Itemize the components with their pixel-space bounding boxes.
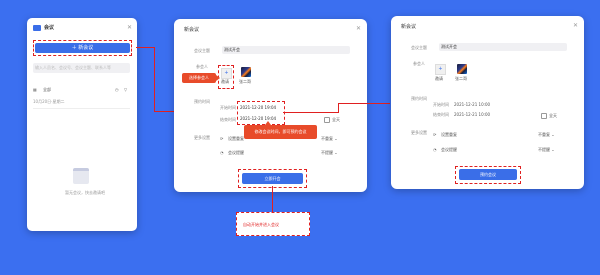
chevron-down-icon: ⌄ [333,136,338,141]
more-settings-label: 更多设置 [194,135,210,140]
start-time-value[interactable]: 2021-12-20 19:04 [240,105,276,110]
start-time-label: 开始时间 [433,102,449,107]
empty-state-text: 暂无会议，快去邀请吧 [65,190,105,195]
filter-tab-all[interactable]: 全部 [43,87,51,92]
connector-line [338,103,390,104]
add-participant-label: 邀请 [435,76,443,81]
modify-time-callout: 修改会议时间，即可预约会议 [244,125,317,139]
allday-checkbox[interactable] [324,117,330,123]
repeat-label: 设置重复 [228,136,244,141]
topic-label: 会议主题 [194,48,210,53]
repeat-label: 设置重复 [441,132,457,137]
participants-label: 参会人 [413,61,425,66]
remind-label: 会议提醒 [228,150,244,155]
new-meeting-button[interactable]: ＋ 新会议 [35,43,130,53]
auto-start-callout-text: 自动开始并进入会议 [243,222,279,227]
repeat-icon: ⟳ [433,132,437,137]
start-time-label: 开始时间 [220,105,236,110]
participants-label: 参会人 [196,64,208,69]
chevron-down-icon: ⌄ [550,147,555,152]
chevron-down-icon: ⌄ [333,150,338,155]
close-icon[interactable]: ✕ [356,26,361,32]
bell-icon: ◔ [433,147,437,152]
participant-name: 张二哥 [239,79,251,84]
topic-input[interactable]: 测试开会 [222,46,350,54]
connector-line [272,186,273,212]
filter-icon[interactable]: ▽ [124,87,127,92]
remind-select[interactable]: 不提醒 ⌄ [321,150,338,155]
remind-select[interactable]: 不提醒 ⌄ [538,147,555,152]
time-label: 预约时间 [411,96,427,101]
new-meeting-dialog-2: 新会议 ✕ 会议主题 测试开会 参会人 + 邀请 张二哥 预约时间 开始时间 2… [391,16,584,189]
repeat-select[interactable]: 不重复 ⌄ [538,132,555,137]
add-participant-button[interactable]: + [221,68,232,79]
calendar-icon[interactable]: ▦ [33,87,37,92]
dialog-title: 新会议 [401,24,417,30]
more-settings-label: 更多设置 [411,130,427,135]
time-label: 预约时间 [194,99,210,104]
search-input[interactable]: 输入人员名、会议号、会议主题、联系人等 [33,63,130,73]
bell-icon: ◔ [220,150,224,155]
select-participants-callout: 选择参会人 [182,73,216,83]
search-placeholder: 输入人员名、会议号、会议主题、联系人等 [35,65,111,70]
date-label: 10月20日·星期二 [33,99,65,104]
add-participant-highlight: + 邀请 [218,65,234,89]
topic-input[interactable]: 测试开会 [439,43,567,51]
close-icon[interactable]: ✕ [573,23,578,29]
add-participant-label: 邀请 [221,79,229,84]
start-meeting-button[interactable]: 立即开会 [242,173,303,184]
book-meeting-button[interactable]: 预约会议 [459,169,517,180]
allday-label: 全天 [549,113,557,118]
book-button-highlight: 预约会议 [455,166,521,184]
sidebar-title: 会议 [44,25,55,31]
dialog-title: 新会议 [184,27,200,33]
allday-checkbox[interactable] [541,113,547,119]
chevron-down-icon: ⌄ [550,132,555,137]
repeat-select[interactable]: 不重复 ⌄ [321,136,338,141]
connector-line [338,103,339,113]
allday-label: 全天 [332,117,340,122]
end-time-label: 结束时间 [220,117,236,122]
repeat-icon: ⟳ [220,136,224,141]
empty-calendar-icon [73,168,89,184]
divider [33,108,130,109]
participant-avatar[interactable] [457,64,467,74]
meeting-sidebar-panel: 会议 ✕ ＋ 新会议 输入人员名、会议号、会议主题、联系人等 ▦ 全部 ◷ ▽ … [27,18,137,231]
callout-arrow [265,121,271,125]
history-icon[interactable]: ◷ [115,87,119,92]
end-time-label: 结束时间 [433,112,449,117]
connector-line [154,111,174,112]
close-icon[interactable]: ✕ [127,25,132,31]
meeting-app-icon [33,25,41,31]
participant-avatar[interactable] [241,67,251,77]
auto-start-callout-box: 自动开始并进入会议 [236,212,310,236]
participant-name: 张二哥 [455,76,467,81]
connector-line [136,47,154,48]
connector-line [154,47,155,111]
end-time-value[interactable]: 2021-12-21 10:00 [454,112,490,117]
topic-label: 会议主题 [411,45,427,50]
new-meeting-highlight: ＋ 新会议 [33,40,132,56]
start-time-value[interactable]: 2021-12-21 10:00 [454,102,490,107]
connector-line [283,112,338,113]
time-highlight: 2021-12-20 19:04 2021-12-20 19:04 [237,101,285,125]
callout-arrow [216,75,220,81]
add-participant-button[interactable]: + [435,64,446,75]
remind-label: 会议提醒 [441,147,457,152]
